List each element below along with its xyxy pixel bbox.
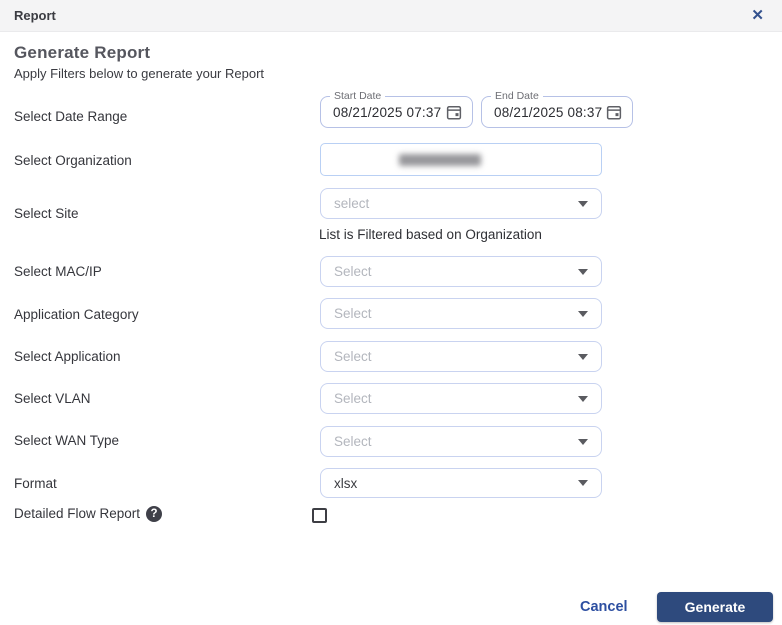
label-mac-ip: Select MAC/IP: [14, 264, 102, 280]
label-application-category: Application Category: [14, 307, 139, 323]
chevron-down-icon: [578, 480, 588, 486]
application-category-placeholder: Select: [334, 306, 372, 321]
start-date-calendar-icon[interactable]: [445, 103, 463, 121]
start-date-label: Start Date: [330, 90, 385, 102]
label-detailed-flow-report: Detailed Flow Report ?: [14, 506, 162, 522]
wan-type-select[interactable]: Select: [320, 426, 602, 457]
chevron-down-icon: [578, 354, 588, 360]
application-category-select[interactable]: Select: [320, 298, 602, 329]
page-subtitle: Apply Filters below to generate your Rep…: [14, 66, 264, 81]
label-date-range: Select Date Range: [14, 109, 127, 125]
organization-input[interactable]: [320, 143, 602, 176]
end-date-field[interactable]: End Date 08/21/2025 08:37: [481, 96, 633, 128]
label-site: Select Site: [14, 206, 79, 222]
label-application: Select Application: [14, 349, 121, 365]
detailed-flow-report-checkbox[interactable]: [312, 508, 327, 523]
organization-redacted-value: [399, 154, 481, 166]
end-date-value: 08/21/2025 08:37: [494, 105, 602, 120]
label-format: Format: [14, 476, 57, 492]
wan-type-select-placeholder: Select: [334, 434, 372, 449]
start-date-field[interactable]: Start Date 08/21/2025 07:37: [320, 96, 473, 128]
site-select[interactable]: select: [320, 188, 602, 219]
label-organization: Select Organization: [14, 153, 132, 169]
help-icon[interactable]: ?: [146, 506, 162, 522]
chevron-down-icon: [578, 439, 588, 445]
start-date-value: 08/21/2025 07:37: [333, 105, 441, 120]
dialog-header-title: Report: [14, 8, 56, 23]
chevron-down-icon: [578, 269, 588, 275]
cancel-button[interactable]: Cancel: [580, 599, 628, 615]
end-date-label: End Date: [491, 90, 543, 102]
detailed-flow-report-text: Detailed Flow Report: [14, 506, 140, 522]
generate-report-dialog: Report ✕ Generate Report Apply Filters b…: [0, 0, 782, 625]
site-select-placeholder: select: [334, 196, 369, 211]
label-wan-type: Select WAN Type: [14, 433, 119, 449]
label-vlan: Select VLAN: [14, 391, 91, 407]
application-select[interactable]: Select: [320, 341, 602, 372]
dialog-header: Report ✕: [0, 0, 782, 32]
page-title: Generate Report: [14, 43, 150, 63]
chevron-down-icon: [578, 396, 588, 402]
end-date-calendar-icon[interactable]: [605, 103, 623, 121]
mac-ip-select-placeholder: Select: [334, 264, 372, 279]
format-select[interactable]: xlsx: [320, 468, 602, 498]
format-select-value: xlsx: [334, 476, 357, 491]
site-helper-text: List is Filtered based on Organization: [319, 227, 542, 242]
application-select-placeholder: Select: [334, 349, 372, 364]
chevron-down-icon: [578, 311, 588, 317]
generate-button[interactable]: Generate: [657, 592, 773, 622]
mac-ip-select[interactable]: Select: [320, 256, 602, 287]
vlan-select-placeholder: Select: [334, 391, 372, 406]
chevron-down-icon: [578, 201, 588, 207]
close-icon[interactable]: ✕: [747, 6, 768, 25]
vlan-select[interactable]: Select: [320, 383, 602, 414]
